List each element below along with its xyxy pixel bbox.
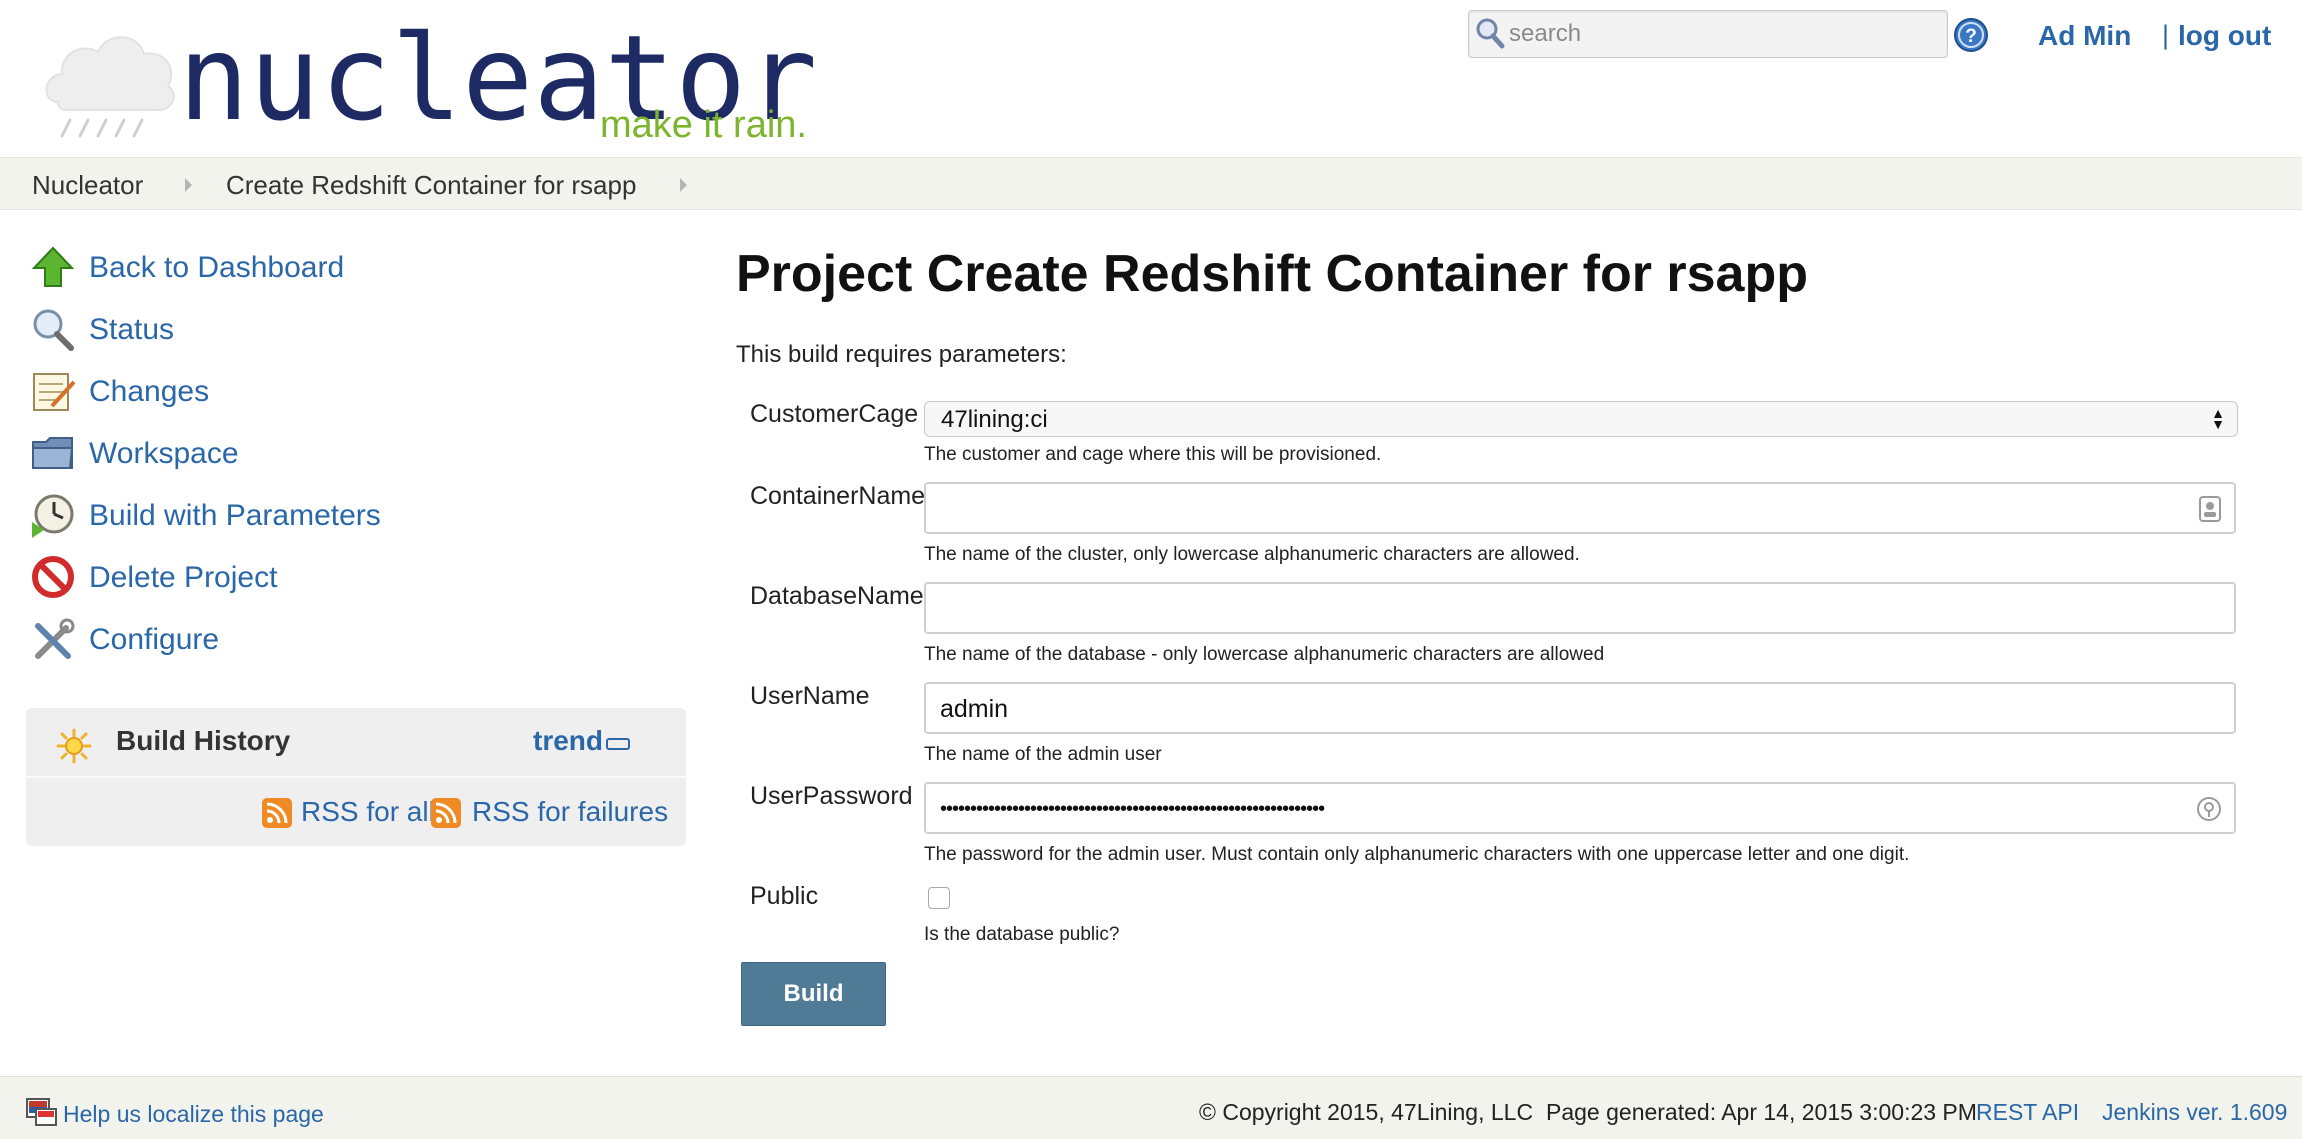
task-label: Build with Parameters: [89, 499, 381, 532]
user-name-link[interactable]: Ad Min: [2038, 20, 2131, 52]
search-input[interactable]: [1507, 11, 1941, 57]
container-name-description: The name of the cluster, only lowercase …: [924, 544, 1580, 565]
task-label: Delete Project: [89, 561, 278, 594]
rss-all-label: RSS for all: [301, 796, 435, 827]
build-button[interactable]: Build: [741, 962, 886, 1026]
container-name-label: ContainerName: [750, 482, 926, 510]
user-password-label: UserPassword: [750, 782, 913, 810]
logout-link[interactable]: log out: [2178, 20, 2271, 52]
breadcrumb-arrow-icon[interactable]: [680, 178, 687, 192]
rest-api-link[interactable]: REST API: [1976, 1099, 2079, 1126]
rss-icon: [262, 798, 292, 828]
build-history-header: Build History trend: [26, 708, 686, 778]
customer-cage-label: CustomerCage: [750, 400, 919, 428]
magnifier-icon: [33, 309, 74, 351]
task-label: Configure: [89, 623, 220, 656]
task-label: Back to Dashboard: [89, 251, 345, 284]
password-key-icon[interactable]: [2196, 796, 2222, 822]
task-label: Status: [89, 313, 175, 346]
page-generated-text: Page generated: Apr 14, 2015 3:00:23 PM: [1546, 1099, 1977, 1125]
customer-cage-description: The customer and cage where this will be…: [924, 444, 1382, 465]
svg-text:?: ?: [1965, 26, 1977, 47]
user-name-field: [924, 682, 2236, 734]
build-history-widget: Build History trend RSS for all RSS for …: [26, 708, 686, 846]
search-icon: [1476, 18, 1505, 49]
nucleator-logo[interactable]: nucleator make it rain.: [40, 18, 840, 153]
localize-flag-icon[interactable]: [26, 1097, 58, 1127]
container-name-field: [924, 482, 2236, 534]
jenkins-version-link[interactable]: Jenkins ver. 1.609: [2102, 1099, 2287, 1126]
logout-separator: |: [2162, 20, 2170, 50]
user-password-description: The password for the admin user. Must co…: [924, 844, 1910, 865]
localize-link[interactable]: Help us localize this page: [63, 1101, 324, 1128]
database-name-description: The name of the database - only lowercas…: [924, 644, 1605, 665]
tools-icon: [35, 618, 75, 659]
no-entry-icon: [32, 556, 74, 598]
trend-link[interactable]: trend: [533, 725, 603, 757]
breadcrumb-arrow-icon[interactable]: [185, 178, 192, 192]
sun-icon: [56, 728, 92, 764]
copyright-text: © Copyright 2015, 47Lining, LLC: [1199, 1099, 1534, 1125]
clock-icon: [32, 494, 74, 538]
rain-cloud-icon: [45, 36, 175, 138]
database-name-field: [924, 582, 2236, 634]
database-name-input[interactable]: [938, 584, 2192, 634]
search-box: [1468, 10, 1948, 58]
task-label: Workspace: [89, 437, 239, 470]
rss-icon: [431, 798, 461, 828]
collapse-icon[interactable]: [606, 738, 630, 750]
up-arrow-icon: [31, 246, 75, 287]
customer-cage-value: 47lining:ci: [941, 406, 1048, 433]
page-header: nucleator make it rain. ? Ad Min | log o…: [0, 0, 2302, 157]
help-icon[interactable]: ?: [1953, 17, 1989, 53]
task-label: Changes: [89, 375, 210, 408]
select-arrows-icon: ▲ ▼: [2211, 405, 2225, 432]
folder-icon: [32, 437, 74, 469]
user-name-label: UserName: [750, 682, 870, 710]
rss-failures-label: RSS for failures: [472, 796, 669, 827]
logo-tagline: make it rain.: [600, 104, 807, 146]
user-password-field: [924, 782, 2236, 834]
public-description: Is the database public?: [924, 924, 1120, 945]
breadcrumb: Nucleator Create Redshift Container for …: [0, 157, 2302, 210]
public-label: Public: [750, 882, 819, 910]
user-password-input[interactable]: [938, 784, 2192, 834]
breadcrumb-item-project[interactable]: Create Redshift Container for rsapp: [226, 170, 636, 201]
user-name-input[interactable]: [938, 684, 2192, 734]
user-name-description: The name of the admin user: [924, 744, 1162, 765]
page-footer: Help us localize this page © Copyright 2…: [0, 1076, 2302, 1139]
customer-cage-select[interactable]: 47lining:ci ▲ ▼: [924, 401, 2238, 437]
public-checkbox[interactable]: [928, 887, 950, 909]
database-name-label: DatabaseName: [750, 582, 924, 610]
parameters-intro: This build requires parameters:: [736, 341, 1067, 368]
notepad-icon: [33, 373, 76, 411]
breadcrumb-item-nucleator[interactable]: Nucleator: [32, 170, 143, 201]
contact-card-icon[interactable]: [2198, 496, 2222, 522]
container-name-input[interactable]: [938, 484, 2192, 534]
build-history-title: Build History: [116, 725, 291, 756]
page-title: Project Create Redshift Container for rs…: [736, 245, 1808, 303]
